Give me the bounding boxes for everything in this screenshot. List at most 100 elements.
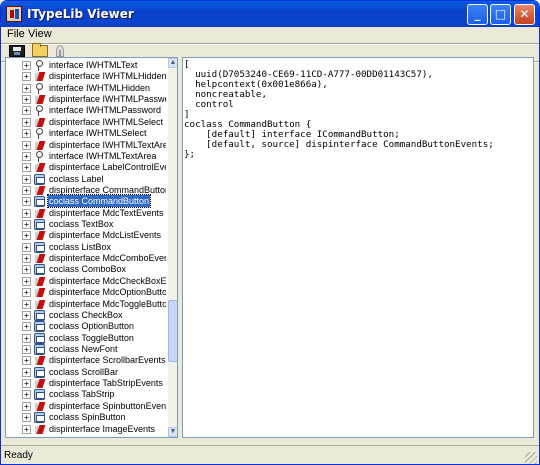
expand-icon[interactable]: + — [22, 197, 31, 207]
coclass-icon — [34, 264, 45, 276]
title-bar[interactable]: ITypeLib Viewer _ □ ✕ — [1, 1, 539, 27]
expand-icon[interactable]: + — [22, 83, 31, 93]
tree-item[interactable]: + coclass ComboBox — [6, 264, 166, 276]
expand-icon[interactable]: + — [22, 140, 31, 150]
expand-icon[interactable]: + — [22, 367, 31, 377]
tree-item[interactable]: + dispinterface MdcOptionButtonEve — [6, 287, 166, 298]
tree-item[interactable]: + interface IWHTMLTextArea — [6, 150, 166, 162]
expand-icon[interactable]: + — [22, 413, 31, 423]
dispinterface-icon — [34, 299, 45, 310]
tree-item[interactable]: + coclass NewFont — [6, 344, 166, 355]
tree-item[interactable]: + dispinterface LabelControlEvents — [6, 162, 166, 173]
expand-icon[interactable]: + — [22, 345, 31, 354]
key-icon[interactable] — [56, 45, 64, 58]
tree-item-label: coclass SpinButton — [49, 412, 126, 423]
tree-item[interactable]: + dispinterface IWHTMLPassword — [6, 94, 166, 105]
expand-icon[interactable]: + — [22, 242, 31, 252]
interface-icon — [34, 105, 45, 117]
tree-item[interactable]: + interface IWHTMLSelect — [6, 128, 166, 140]
expand-icon[interactable]: + — [22, 310, 31, 320]
tree-item[interactable]: + dispinterface MdcToggleButtonEve — [6, 299, 166, 310]
tree-item[interactable]: + dispinterface MdcTextEvents — [6, 208, 166, 219]
expand-icon[interactable]: + — [22, 72, 31, 82]
expand-icon[interactable]: + — [22, 117, 31, 127]
tree-item[interactable]: + dispinterface CommandButtonEver — [6, 185, 166, 196]
menu-view[interactable]: View — [28, 28, 52, 40]
tree-item[interactable]: + interface IWHTMLPassword — [6, 105, 166, 117]
tree-item[interactable]: + coclass CheckBox — [6, 309, 166, 321]
tree-item[interactable]: + coclass TabStrip — [6, 389, 166, 401]
expand-icon[interactable]: + — [22, 151, 31, 161]
tree-item[interactable]: + coclass Label — [6, 173, 166, 185]
expand-icon[interactable]: + — [22, 288, 31, 298]
tree-item[interactable]: + coclass ListBox — [6, 241, 166, 253]
tree-item-label: dispinterface IWHTMLTextArea — [49, 139, 166, 150]
tree-item[interactable]: + coclass OptionButton — [6, 321, 166, 333]
app-icon[interactable] — [6, 6, 22, 22]
expand-icon[interactable]: + — [22, 185, 31, 195]
expand-icon[interactable]: + — [22, 61, 31, 70]
tree-item-label: coclass ComboBox — [49, 264, 127, 275]
tree-item[interactable]: + dispinterface MdcListEvents — [6, 230, 166, 241]
expand-icon[interactable]: + — [22, 231, 31, 241]
expand-icon[interactable]: + — [22, 254, 31, 264]
scroll-down-button[interactable]: ▼ — [168, 427, 177, 437]
expand-icon[interactable]: + — [22, 174, 31, 184]
tree-item[interactable]: + coclass SpinButton — [6, 412, 166, 424]
tree-item-label: coclass TabStrip — [49, 389, 115, 400]
tree-item[interactable]: + dispinterface IWHTMLSelect — [6, 117, 166, 128]
tree-item[interactable]: + coclass ScrollBar — [6, 366, 166, 378]
expand-icon[interactable]: + — [22, 163, 31, 173]
minimize-button[interactable]: _ — [467, 4, 488, 25]
tree-item[interactable]: + coclass TextBox — [6, 219, 166, 231]
tree-item-label: dispinterface ImageEvents — [49, 423, 156, 434]
expand-icon[interactable]: + — [22, 379, 31, 389]
coclass-icon — [34, 219, 45, 231]
tree-item[interactable]: + interface IWHTMLText — [6, 60, 166, 71]
expand-icon[interactable]: + — [22, 106, 31, 116]
type-tree[interactable]: + interface IWHTMLText + dispinterface IWHT… — [6, 58, 166, 437]
expand-icon[interactable]: + — [22, 220, 31, 230]
tree-item[interactable]: + interface IWHTMLHidden — [6, 82, 166, 94]
menu-file[interactable]: File — [7, 28, 25, 40]
expand-icon[interactable]: + — [22, 390, 31, 400]
tree-scrollbar[interactable]: ▲ ▼ — [168, 58, 177, 437]
expand-icon[interactable]: + — [22, 276, 31, 286]
dispinterface-icon — [34, 117, 45, 128]
status-text: Ready — [4, 450, 33, 461]
type-tree-panel[interactable]: + interface IWHTMLText + dispinterface IWHT… — [5, 57, 178, 438]
coclass-icon — [34, 321, 45, 333]
expand-icon[interactable]: + — [22, 129, 31, 139]
scroll-thumb[interactable] — [168, 300, 177, 362]
code-view[interactable]: [ uuid(D7053240-CE69-11CD-A777-00DD01143… — [182, 57, 534, 438]
tree-item[interactable]: + dispinterface ImageEvents — [6, 424, 166, 435]
dispinterface-icon — [34, 208, 45, 219]
tree-item[interactable]: + coclass ToggleButton — [6, 332, 166, 344]
close-button[interactable]: ✕ — [514, 4, 535, 25]
tree-item[interactable]: + dispinterface SpinbuttonEvents — [6, 401, 166, 412]
tree-item-label: dispinterface MdcOptionButtonEve — [49, 287, 166, 298]
expand-icon[interactable]: + — [22, 95, 31, 105]
expand-icon[interactable]: + — [22, 265, 31, 275]
expand-icon[interactable]: + — [22, 333, 31, 343]
tree-item[interactable]: + dispinterface IWHTMLTextArea — [6, 140, 166, 151]
open-folder-icon[interactable] — [32, 43, 48, 57]
tree-item[interactable]: + dispinterface MdcComboEvents — [6, 253, 166, 264]
dispinterface-icon — [34, 71, 45, 82]
scroll-up-button[interactable]: ▲ — [168, 58, 177, 68]
expand-icon[interactable]: + — [22, 322, 31, 332]
save-icon[interactable] — [9, 45, 25, 57]
expand-icon[interactable]: + — [22, 208, 31, 218]
coclass-icon — [34, 196, 45, 208]
tree-item[interactable]: + dispinterface MdcCheckBoxEvents — [6, 276, 166, 287]
expand-icon[interactable]: + — [22, 299, 31, 309]
tree-item[interactable]: + coclass CommandButton — [6, 194, 166, 209]
resize-grip-icon[interactable] — [525, 452, 537, 464]
expand-icon[interactable]: + — [22, 424, 31, 434]
expand-icon[interactable]: + — [22, 356, 31, 366]
maximize-button[interactable]: □ — [490, 4, 511, 25]
expand-icon[interactable]: + — [22, 401, 31, 411]
tree-item[interactable]: + dispinterface IWHTMLHidden — [6, 71, 166, 82]
tree-item[interactable]: + dispinterface TabStripEvents — [6, 378, 166, 389]
tree-item[interactable]: + dispinterface ScrollbarEvents — [6, 355, 166, 366]
